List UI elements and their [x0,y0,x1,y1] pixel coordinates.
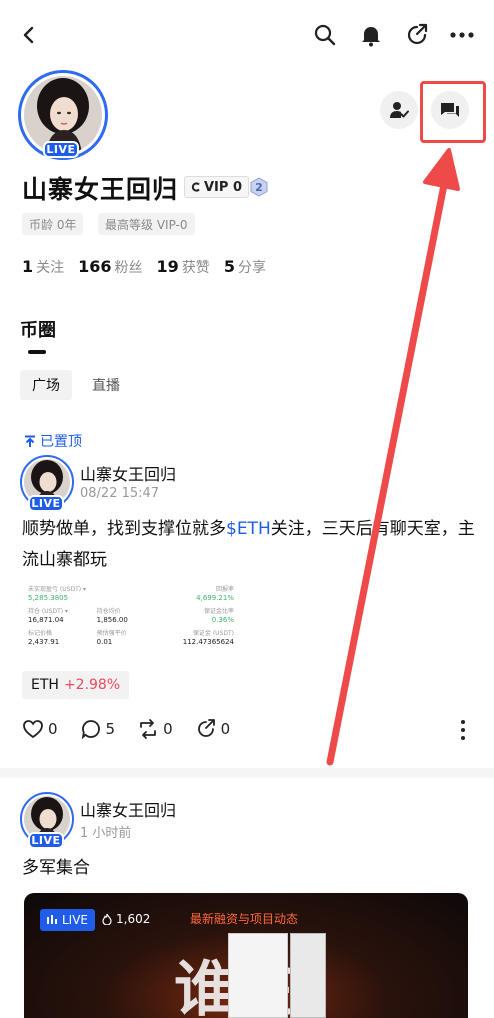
trade-stat-value: 1,856.00 [96,616,128,624]
pinned-label: 已置顶 [24,431,82,451]
trade-stat-value: 2,437.91 [28,638,60,646]
post-author[interactable]: 山寨女王回归 [80,797,176,821]
trade-stat-cell: 未实现盈亏 (USDT) ▾ 5,285.3805 [28,584,97,602]
trade-stat-label: 预估强平价 [96,630,127,637]
trade-stat-label: 持仓 (USDT) ▾ [28,608,68,615]
trade-stat-label: 未实现盈亏 (USDT) ▾ [28,586,86,593]
highlight-frame [420,81,486,143]
repost-button[interactable]: 0 [137,718,173,740]
trade-stat-value: 0.01 [96,638,113,646]
subtab-square[interactable]: 广场 [20,370,72,400]
stat-following[interactable]: 1 关注 [22,257,64,277]
comment-icon [81,720,100,740]
fire-icon [102,913,112,925]
like-button[interactable]: 0 [22,719,58,739]
video-thumbnail-screen [228,933,288,1018]
trade-stat-value: 4,699.21% [196,594,234,602]
post-live-badge: LIVE [28,832,64,849]
trade-stat-cell: 保证金比率 0.36% [165,606,234,624]
trade-stat-cell: 回报率 4,699.21% [165,584,234,602]
video-title: 最新融资与项目动态 [190,912,299,926]
video-live-tag: LIVE [40,909,96,931]
live-bars-icon [47,915,57,924]
top-bar [0,0,494,70]
bell-icon[interactable] [356,20,386,50]
profile-name: 山寨女王回归 [22,175,179,204]
heart-icon [23,720,43,739]
post-content: 多军集合 [22,858,90,878]
trade-stat-cell: 持仓 (USDT) ▾ 16,871.04 [28,606,97,624]
trade-stat-label: 保证金比率 [203,608,234,615]
trade-stat-value: 0.36% [211,616,234,624]
follow-status-button[interactable] [380,91,418,129]
trade-stat-value: 112.47365624 [182,638,234,646]
share-icon[interactable] [402,20,432,50]
back-arrow-icon[interactable] [14,20,44,50]
post-live-badge: LIVE [28,495,64,512]
share-post-icon [197,719,215,737]
more-icon[interactable] [447,20,477,50]
level-badge-icon: 2 [250,177,268,197]
repost-icon [140,719,156,739]
stat-followers[interactable]: 166 粉丝 [78,257,142,277]
trade-stat-label: 保证金 (USDT) [192,630,234,637]
coin-symbol: ETH [31,677,59,693]
pin-icon [25,435,35,447]
max-level-chip: 最高等级 VIP-0 [98,213,195,235]
post-time: 08/22 15:47 [80,486,160,501]
post-time: 1 小时前 [80,826,132,841]
trade-stat-value: 16,871.04 [28,616,64,624]
post-content: 顺势做单，找到支撑位就多$ETH关注，三天后有聊天室，主流山寨都玩 [22,519,475,570]
coin-tag-link[interactable]: $ETH [226,519,271,539]
trade-stat-cell: 持仓均价 1,856.00 [97,606,166,624]
video-thumbnail-screen [290,933,326,1018]
stat-likes[interactable]: 19 获赞 [157,257,210,277]
trade-stat-cell: 标记价格 2,437.91 [28,628,97,646]
user-check-icon [390,102,409,118]
comment-button[interactable]: 5 [80,718,115,740]
vip-icon [191,182,200,192]
trade-stat-cell: 保证金 (USDT) 112.47365624 [165,628,234,646]
trade-stat-label: 标记价格 [28,630,53,637]
viewer-count: 1,602 [102,912,150,926]
live-badge: LIVE [43,141,79,158]
trade-stat-value: 5,285.3805 [28,594,69,602]
trade-screenshot[interactable]: 未实现盈亏 (USDT) ▾ 5,285.3805 回报率 4,699.21% 持仓 (… [22,580,240,662]
tab-crypto-circle[interactable]: 币圈 [20,316,56,342]
stat-shares[interactable]: 5 分享 [224,257,266,277]
account-age-chip: 币龄 0年 [22,213,84,235]
trade-stat-cell [97,584,166,602]
share-post-button[interactable]: 0 [195,718,230,740]
post-actions: 0 5 0 0 [22,718,252,740]
trade-stat-label: 持仓均价 [96,608,121,615]
post-more-icon[interactable] [455,718,471,742]
level-number: 2 [255,180,263,194]
trade-stat-label: 回报率 [215,586,234,593]
search-icon[interactable] [310,20,340,50]
coin-change: +2.98% [63,677,121,693]
vip-label: VIP 0 [204,179,242,195]
coin-chip[interactable]: ETH +2.98% [22,671,130,699]
vip-tag: VIP 0 [184,176,249,198]
post-divider [0,768,494,778]
profile-stats: 1 关注 166 粉丝 19 获赞 5 分享 [22,257,266,277]
live-video-card[interactable]: LIVE 1,602 最新融资与项目动态 谁在 [24,893,468,1018]
post-author[interactable]: 山寨女王回归 [80,461,176,485]
subtab-live[interactable]: 直播 [80,370,132,400]
trade-stats-grid: 未实现盈亏 (USDT) ▾ 5,285.3805 回报率 4,699.21% 持仓 (… [22,580,240,650]
trade-stat-cell: 预估强平价 0.01 [97,628,166,646]
tab-underline [28,350,46,354]
